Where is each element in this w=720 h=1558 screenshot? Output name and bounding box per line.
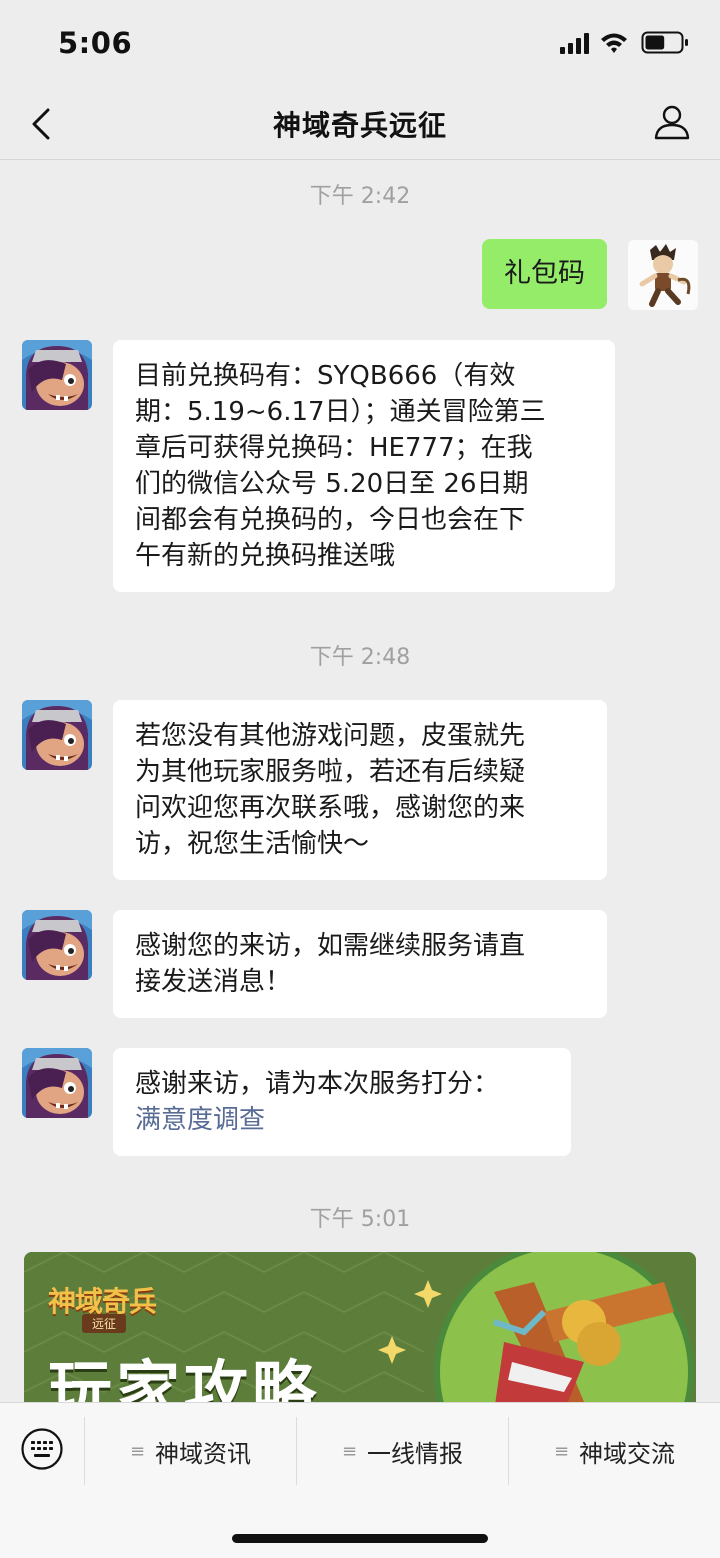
message-line: 问欢迎您再次联系哦，感谢您的来 — [135, 793, 526, 823]
article-banner-card[interactable]: 神域奇兵 远征 玩家攻略 — [24, 1252, 696, 1402]
message-line: 感谢您的来访，如需继续服务请直 — [135, 931, 526, 961]
incoming-message-bubble[interactable]: 感谢您的来访，如需继续服务请直 接发送消息！ — [113, 910, 607, 1018]
menu-item-label: 神域交流 — [579, 1439, 676, 1468]
bot-avatar-image — [22, 700, 92, 770]
message-line: 间都会有兑换码的，今日也会在下 — [135, 505, 526, 535]
message-line: 期：5.19~6.17日）；通关冒险第三 — [135, 397, 546, 427]
message-timestamp: 下午 5:01 — [309, 1207, 411, 1232]
bot-avatar[interactable] — [22, 700, 92, 770]
status-icons — [560, 31, 688, 54]
profile-button[interactable] — [652, 102, 692, 142]
menu-lines-icon: ≡ — [341, 1440, 358, 1462]
menu-item-label: 神域资讯 — [155, 1439, 252, 1468]
message-line: 们的微信公众号 5.20日至 26日期 — [135, 469, 529, 499]
menu-item-label: 一线情报 — [367, 1439, 464, 1468]
bot-avatar-image — [22, 1048, 92, 1118]
wifi-icon — [601, 33, 627, 53]
message-line: 感谢来访，请为本次服务打分： — [135, 1069, 500, 1099]
bot-avatar[interactable] — [22, 340, 92, 410]
banner-heading: 玩家攻略 — [48, 1355, 320, 1402]
user-avatar[interactable] — [628, 240, 698, 310]
message-line: 访，祝您生活愉快～ — [135, 829, 370, 859]
person-icon — [654, 105, 690, 140]
menu-item-community[interactable]: ≡ 神域交流 — [509, 1417, 720, 1485]
menu-lines-icon: ≡ — [553, 1440, 570, 1462]
message-line: 目前兑换码有：SYQB666（有效 — [135, 361, 516, 391]
incoming-message-bubble[interactable]: 感谢来访，请为本次服务打分： 满意度调查 — [113, 1048, 571, 1156]
message-line: 为其他玩家服务啦，若还有后续疑 — [135, 757, 526, 787]
bot-avatar[interactable] — [22, 910, 92, 980]
incoming-message-bubble[interactable]: 目前兑换码有：SYQB666（有效 期：5.19~6.17日）；通关冒险第三 章… — [113, 340, 615, 592]
menu-lines-icon: ≡ — [129, 1440, 146, 1462]
incoming-message-bubble[interactable]: 若您没有其他游戏问题，皮蛋就先 为其他玩家服务啦，若还有后续疑 问欢迎您再次联系… — [113, 700, 607, 880]
nav-bar: 神域奇兵远征 — [0, 88, 720, 160]
status-time: 5:06 — [58, 26, 133, 60]
message-timestamp: 下午 2:48 — [309, 645, 411, 670]
cellular-signal-icon — [560, 33, 589, 54]
user-avatar-image — [628, 240, 698, 310]
chat-title: 神域奇兵远征 — [272, 109, 447, 142]
menu-item-intel[interactable]: ≡ 一线情报 — [297, 1417, 508, 1485]
bot-avatar-image — [22, 910, 92, 980]
battery-icon — [641, 31, 688, 54]
outgoing-message-bubble[interactable]: 礼包码 — [482, 239, 607, 309]
survey-link[interactable]: 满意度调查 — [135, 1102, 549, 1138]
message-line: 章后可获得兑换码：HE777；在我 — [135, 433, 533, 463]
message-line: 午有新的兑换码推送哦 — [135, 541, 396, 571]
message-line: 若您没有其他游戏问题，皮蛋就先 — [135, 721, 526, 751]
banner-sublogo: 远征 — [82, 1314, 127, 1333]
bot-avatar-image — [22, 340, 92, 410]
chat-area[interactable]: 下午 2:42 礼包码 目前兑换码有：SYQB666（有效 期：5.19~6.1… — [0, 160, 720, 1402]
message-timestamp: 下午 2:42 — [309, 184, 411, 209]
home-indicator[interactable] — [232, 1534, 488, 1543]
keyboard-toggle-button[interactable] — [20, 1427, 64, 1471]
menu-item-news[interactable]: ≡ 神域资讯 — [85, 1417, 296, 1485]
bot-avatar[interactable] — [22, 1048, 92, 1118]
keyboard-icon — [21, 1428, 63, 1470]
message-text: 礼包码 — [504, 258, 585, 289]
message-line: 接发送消息！ — [135, 967, 292, 997]
status-bar: 5:06 — [0, 0, 720, 88]
